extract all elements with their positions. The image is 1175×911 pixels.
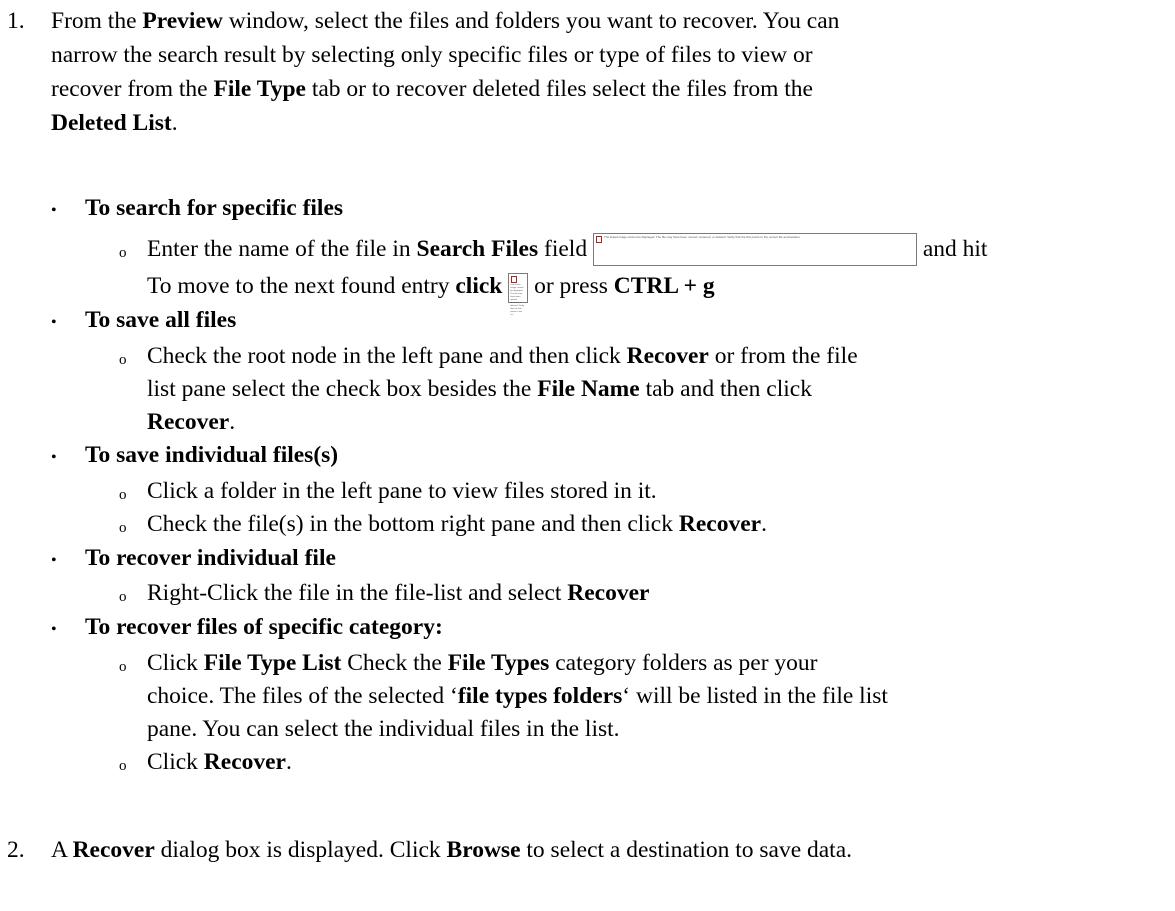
section-heading: To save individual files(s) (85, 442, 339, 468)
step1-line2: narrow the search result by selecting on… (51, 42, 813, 68)
document-page: 1. From the Preview window, select the f… (0, 0, 1175, 911)
step-number: 2. (7, 837, 25, 863)
list-item: To move to the next found entry click Th… (147, 273, 715, 316)
sub-bullet-icon: o (119, 487, 127, 503)
section-heading: To save all files (85, 307, 237, 333)
step1-line1: From the Preview window, select the file… (51, 8, 840, 34)
list-item: pane. You can select the individual file… (147, 716, 620, 742)
file-type-bold: File Type (213, 76, 306, 102)
sub-bullet-icon: o (119, 352, 127, 368)
bullet-icon: • (51, 552, 57, 569)
list-item: choice. The files of the selected ‘file … (147, 683, 888, 709)
list-item: Click a folder in the left pane to view … (147, 478, 657, 504)
list-item: list pane select the check box besides t… (147, 376, 812, 402)
list-item: Click File Type List Check the File Type… (147, 650, 818, 676)
list-item: Recover. (147, 409, 236, 435)
bullet-icon: • (51, 621, 57, 638)
bullet-icon: • (51, 202, 57, 219)
sub-bullet-icon: o (119, 245, 127, 261)
list-item: Check the file(s) in the bottom right pa… (147, 511, 767, 537)
step-number: 1. (7, 8, 25, 34)
sub-bullet-icon: o (119, 758, 127, 774)
list-item: Enter the name of the file in Search Fil… (147, 233, 987, 266)
preview-bold: Preview (142, 8, 223, 34)
next-entry-icon[interactable]: The linked image cannot be displayed. Th… (508, 273, 529, 316)
section-heading: To search for specific files (85, 195, 344, 221)
step2-line: A Recover dialog box is displayed. Click… (51, 837, 853, 863)
sub-bullet-icon: o (119, 589, 127, 605)
bullet-icon: • (51, 314, 57, 331)
sub-bullet-icon: o (119, 520, 127, 536)
step1-line3: recover from the File Type tab or to rec… (51, 76, 813, 102)
list-item: Right-Click the file in the file-list an… (147, 580, 650, 606)
deleted-list-bold: Deleted List (51, 110, 172, 136)
section-heading: To recover individual file (85, 545, 336, 571)
step1-line4: Deleted List. (51, 110, 178, 136)
section-heading: To recover files of specific category: (85, 614, 443, 640)
sub-bullet-icon: o (119, 659, 127, 675)
bullet-icon: • (51, 449, 57, 466)
list-item: Click Recover. (147, 749, 292, 775)
broken-image-icon: The linked image cannot be displayed. Th… (592, 233, 917, 266)
list-item: Check the root node in the left pane and… (147, 343, 858, 369)
